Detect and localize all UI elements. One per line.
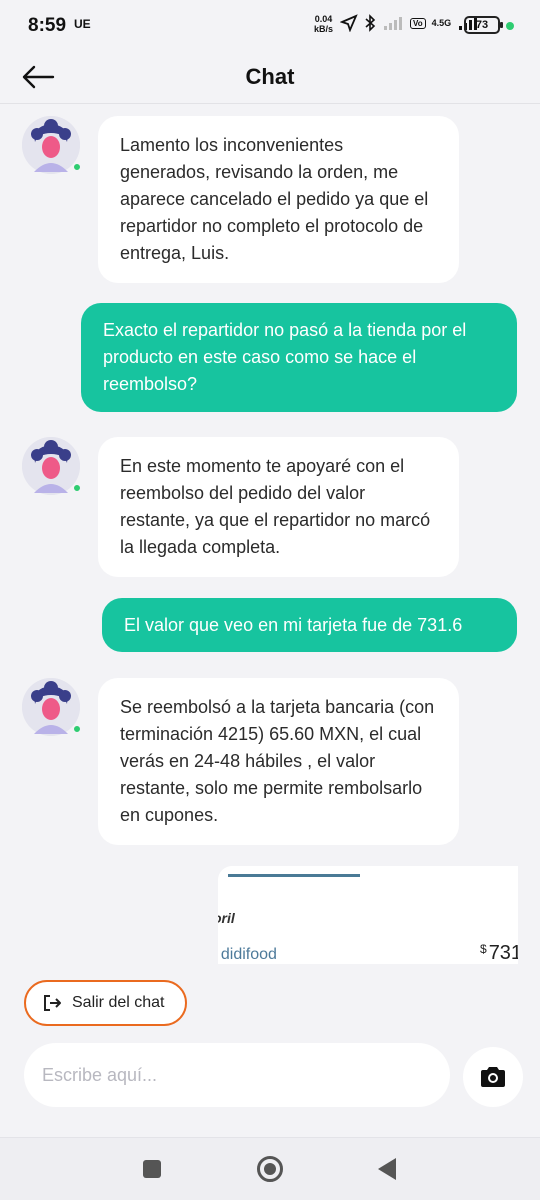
signal-off-icon: [384, 17, 402, 30]
network-speed-unit: kB/s: [314, 24, 334, 34]
page-title: Chat: [245, 64, 295, 89]
order-attachment-card[interactable]: oril t didifood $731: [218, 866, 518, 964]
battery-icon: 73: [464, 16, 503, 34]
agent-avatar: [22, 678, 82, 736]
camera-button[interactable]: [463, 1047, 523, 1107]
status-icons: Vo 4.5G: [340, 14, 479, 32]
location-arrow-icon: [340, 14, 358, 32]
leave-chat-button[interactable]: Salir del chat: [24, 980, 187, 1026]
network-speed-value: 0.04: [314, 14, 333, 24]
agent-avatar: [22, 437, 82, 495]
card-accent-bar: [228, 874, 360, 877]
system-nav-bar: [0, 1137, 540, 1200]
home-button[interactable]: [257, 1156, 283, 1182]
agent-avatar: [22, 116, 82, 174]
message-input[interactable]: [24, 1043, 450, 1107]
card-store-name: t didifood: [218, 946, 277, 963]
exit-icon: [44, 995, 61, 1011]
message-bubble-incoming: Se reembolsó a la tarjeta bancaria (con …: [98, 678, 459, 845]
status-carrier: UE: [74, 17, 91, 31]
network-speed: 0.04 kB/s: [314, 14, 333, 34]
online-indicator: [72, 483, 82, 493]
status-bar: 8:59 UE 0.04 kB/s Vo 4.5G 73: [0, 0, 540, 52]
leave-chat-label: Salir del chat: [72, 994, 165, 1011]
online-indicator: [72, 162, 82, 172]
message-composer: [0, 1040, 540, 1136]
card-price: $731: [480, 942, 518, 964]
message-bubble-incoming: En este momento te apoyaré con el reembo…: [98, 437, 459, 577]
card-price-value: 731: [488, 942, 518, 964]
card-title: oril: [218, 910, 235, 926]
status-dot: [506, 22, 514, 30]
message-bubble-outgoing: Exacto el repartidor no pasó a la tienda…: [81, 303, 517, 412]
status-time: 8:59: [28, 15, 67, 36]
volte-icon: Vo: [410, 17, 426, 29]
recent-apps-button[interactable]: [143, 1160, 161, 1178]
message-bubble-outgoing: El valor que veo en mi tarjeta fue de 73…: [102, 598, 517, 652]
bluetooth-icon: [365, 14, 376, 32]
camera-icon: [481, 1067, 505, 1087]
card-currency: $: [480, 942, 487, 956]
chat-header: Chat: [0, 52, 540, 104]
message-bubble-incoming: Lamento los inconvenientes generados, re…: [98, 116, 459, 283]
system-back-button[interactable]: [378, 1158, 396, 1180]
online-indicator: [72, 724, 82, 734]
network-type: 4.5G: [431, 18, 452, 28]
